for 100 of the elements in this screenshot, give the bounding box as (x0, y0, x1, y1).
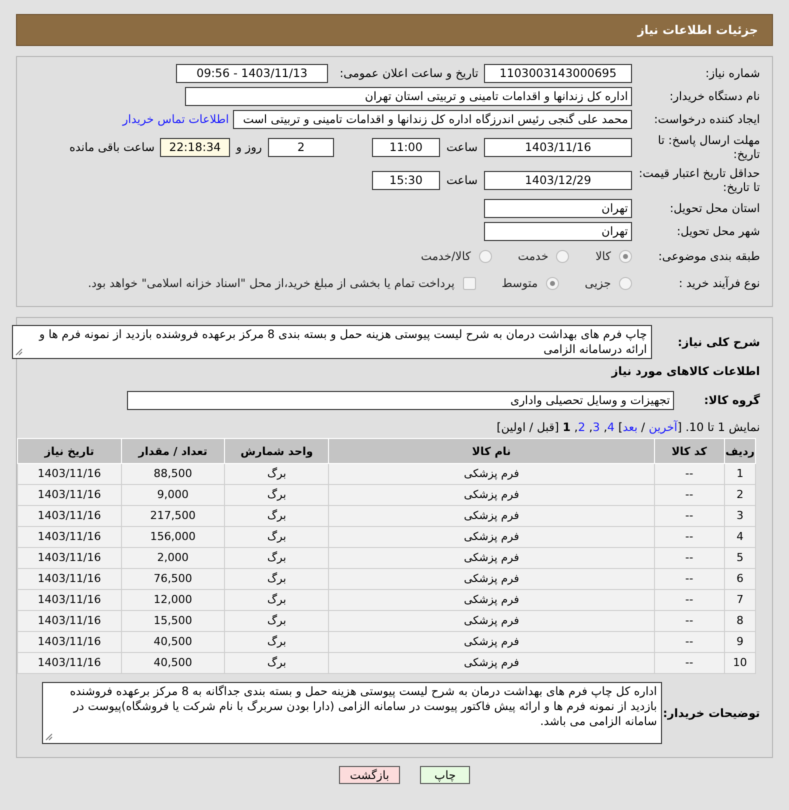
column-header: واحد شمارش (224, 438, 329, 464)
radio-button[interactable] (478, 250, 492, 262)
table-cell: 1403/11/16 (18, 632, 122, 652)
radio-button[interactable] (619, 276, 632, 290)
need-number-field: 1103003143000695 (484, 64, 632, 82)
table-cell: 1403/11/16 (18, 652, 122, 674)
print-button[interactable]: چاپ (420, 766, 470, 784)
field-label: شماره نیاز: (704, 66, 761, 80)
date-field: 1403/11/16 (484, 138, 632, 156)
table-cell: 4 (724, 526, 756, 548)
table-cell: فرم پزشکی (328, 548, 654, 568)
page-link[interactable]: 4 (607, 420, 615, 434)
field-label: شهر محل تحویل: (676, 224, 761, 238)
goods-group-field: تجهیزات و وسایل تحصیلی واداری (127, 390, 674, 410)
table-cell: 9,000 (121, 484, 225, 506)
option-label: کالا (595, 249, 611, 263)
contact-link[interactable]: اطلاعات تماس خریدار (122, 112, 229, 126)
time-field: 15:30 (372, 170, 440, 190)
column-header: تاریخ نیاز (18, 438, 122, 464)
table-cell: برگ (224, 590, 329, 610)
radio-button[interactable] (556, 250, 570, 262)
table-cell: -- (654, 610, 725, 632)
table-cell: 217,500 (121, 506, 225, 526)
field-label: مهلت ارسال پاسخ: تا تاریخ: (656, 132, 761, 162)
table-cell: برگ (224, 632, 329, 652)
field-label: توضیحات خریدار: (662, 706, 761, 720)
table-cell: فرم پزشکی (328, 610, 654, 632)
resize-grip-icon (15, 348, 23, 356)
page-link[interactable]: 2 (578, 420, 586, 434)
radio-button[interactable] (619, 250, 632, 262)
date-field: 1403/12/29 (484, 170, 632, 190)
table-cell: 2,000 (121, 548, 225, 568)
table-cell: -- (654, 548, 725, 568)
section-title: اطلاعات کالاهای مورد نیاز (610, 364, 761, 378)
province-field: تهران (484, 198, 632, 218)
table-cell: 12,000 (121, 590, 225, 610)
table-cell: 1403/11/16 (18, 464, 122, 484)
column-header: تعداد / مقدار (121, 438, 225, 464)
table-cell: برگ (224, 464, 329, 484)
page-link[interactable]: بعد (622, 420, 638, 434)
table-cell: 5 (724, 548, 756, 568)
page-link[interactable]: آخرین (648, 420, 678, 434)
field-label: تاریخ و ساعت اعلان عمومی: (338, 66, 480, 80)
field-label: حداقل تاریخ اعتبار قیمت: تا تاریخ: (638, 166, 761, 194)
requester-field: محمد علی گنجی رئیس اندرزگاه اداره کل زندانها و اقدامات تامینی و تربیتی است (233, 110, 632, 128)
field-label: ساعت (445, 173, 479, 187)
field-label: روز و (234, 140, 263, 154)
radio-button[interactable] (546, 276, 559, 290)
page-title: جزئیات اطلاعات نیاز (637, 23, 758, 37)
page-link[interactable]: 3 (592, 420, 600, 434)
table-cell: 40,500 (121, 652, 225, 674)
buyer-field: اداره کل زندانها و اقدامات تامینی و تربیتی استان تهران (185, 86, 632, 106)
field-label: ساعت (445, 140, 479, 154)
table-cell: 7 (724, 590, 756, 610)
days-field: 2 (268, 138, 334, 156)
notes-text-area: اداره کل چاپ فرم های بهداشت درمان به شرح لیست پیوستی هزینه حمل و بسته بندی جداگانه به 8 مرکز برعهده فروشنده بازدید از نمونه فرم ها و ارائه پیش فاکتور پیوست در سامانه الزامی (دارا بودن سربرگ با نام شرکت یا فروشگاه)پیوست در سامانه الزامی می باشد. (42, 682, 662, 744)
table-cell: 1403/11/16 (18, 590, 122, 610)
back-button[interactable]: بازگشت (338, 766, 400, 784)
table-cell: برگ (224, 610, 329, 632)
option-label: خدمت (518, 249, 548, 263)
table-cell: -- (654, 632, 725, 652)
table-cell: برگ (224, 484, 329, 506)
table-cell: فرم پزشکی (328, 632, 654, 652)
table-cell: فرم پزشکی (328, 526, 654, 548)
field-label: نوع فرآیند خرید : (678, 276, 761, 290)
column-header: ردیف (724, 438, 756, 464)
table-cell: -- (654, 568, 725, 590)
table-cell: فرم پزشکی (328, 590, 654, 610)
table-cell: 1403/11/16 (18, 610, 122, 632)
table-cell: 10 (724, 652, 756, 674)
table-cell: 1403/11/16 (18, 506, 122, 526)
column-header: نام کالا (328, 438, 654, 464)
table-cell: فرم پزشکی (328, 652, 654, 674)
table-cell: 2 (724, 484, 756, 506)
table-cell: فرم پزشکی (328, 484, 654, 506)
field-label: ایجاد کننده درخواست: (653, 112, 761, 126)
option-label: کالا/خدمت (420, 249, 471, 263)
option-label: جزیی (584, 276, 611, 290)
table-cell: برگ (224, 548, 329, 568)
table-cell: 9 (724, 632, 756, 652)
table-cell: 15,500 (121, 610, 225, 632)
table-cell: -- (654, 526, 725, 548)
table-cell: -- (654, 464, 725, 484)
table-cell: 88,500 (121, 464, 225, 484)
field-label: طبقه بندی موضوعی: (657, 248, 761, 264)
table-cell: برگ (224, 506, 329, 526)
table-cell: -- (654, 484, 725, 506)
table-cell: برگ (224, 526, 329, 548)
resize-grip-icon (45, 733, 53, 741)
field-label: گروه کالا: (703, 392, 761, 408)
city-field: تهران (484, 222, 632, 240)
table-cell: 8 (724, 610, 756, 632)
table-cell: 156,000 (121, 526, 225, 548)
column-header: کد کالا (654, 438, 725, 464)
checkbox[interactable] (462, 276, 476, 290)
table-cell: 76,500 (121, 568, 225, 590)
table-cell: -- (654, 506, 725, 526)
remaining-time-field: 22:18:34 (160, 138, 230, 156)
table-cell: 40,500 (121, 632, 225, 652)
table-cell: 1403/11/16 (18, 526, 122, 548)
